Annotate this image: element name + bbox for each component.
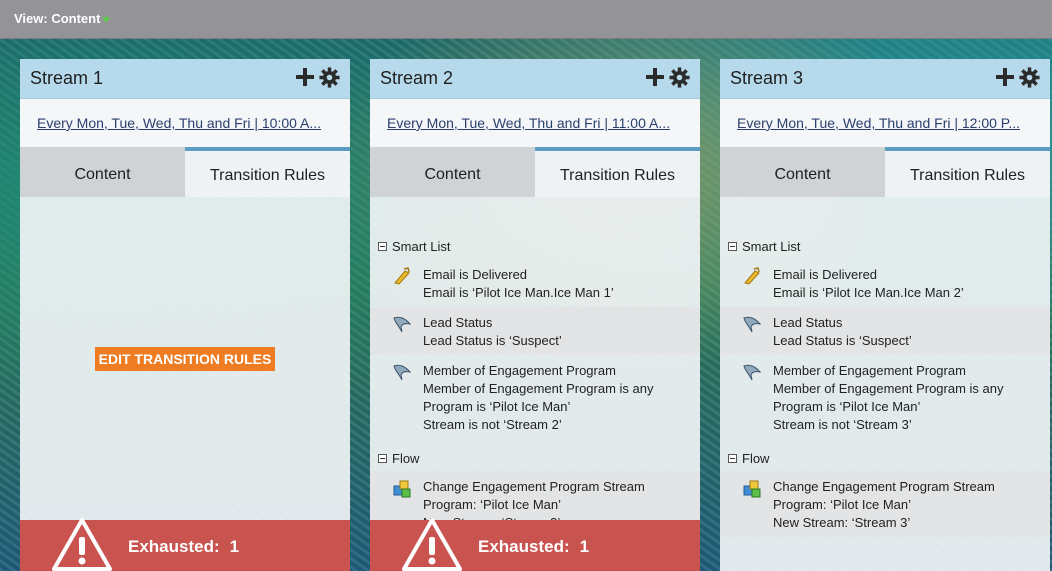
tab-transition-rules[interactable]: Transition Rules [185, 147, 350, 197]
tab-content[interactable]: Content [720, 147, 885, 197]
item-title: Email is Delivered [773, 267, 878, 282]
item-title: Change Engagement Program Stream [773, 479, 995, 494]
tab-content[interactable]: Content [20, 147, 185, 197]
dropdown-arrow-icon [102, 16, 111, 23]
smart-list-item[interactable]: Member of Engagement Program Member of E… [370, 355, 700, 439]
tab-transition-rules[interactable]: Transition Rules [885, 147, 1050, 197]
tab-transition-rules[interactable]: Transition Rules [535, 147, 700, 197]
plus-icon[interactable] [296, 68, 314, 86]
collapse-icon[interactable] [728, 454, 737, 464]
smart-list-item[interactable]: Member of Engagement Program Member of E… [720, 355, 1050, 439]
warning-icon [402, 518, 462, 571]
exhausted-text: Exhausted: 1 [478, 537, 589, 557]
exhausted-label: Exhausted: [128, 537, 220, 556]
edit-transition-rules-button[interactable]: EDIT TRANSITION RULES [95, 347, 275, 371]
stream-header: Stream 2 [370, 59, 700, 99]
flow-section: Flow [378, 451, 419, 466]
flow-label: Flow [742, 451, 770, 466]
schedule-link[interactable]: Every Mon, Tue, Wed, Thu and Fri | 10:00… [37, 115, 337, 131]
item-detail: Member of Engagement Program is any [423, 381, 654, 396]
item-detail: Stream is not ‘Stream 3’ [773, 417, 912, 432]
item-detail: Email is ‘Pilot Ice Man.Ice Man 2’ [773, 285, 964, 300]
schedule-row: Every Mon, Tue, Wed, Thu and Fri | 10:00… [20, 99, 350, 147]
item-detail: Stream is not ‘Stream 2’ [423, 417, 562, 432]
item-detail: Program: ‘Pilot Ice Man’ [423, 497, 561, 512]
flow-step-icon [743, 480, 761, 498]
item-detail: Lead Status is ‘Suspect’ [423, 333, 562, 348]
smart-list-label: Smart List [392, 239, 451, 254]
smart-list-section: Smart List [728, 239, 801, 254]
item-title: Member of Engagement Program [423, 363, 616, 378]
view-selector[interactable]: View: Content [14, 11, 111, 26]
schedule-link[interactable]: Every Mon, Tue, Wed, Thu and Fri | 11:00… [387, 115, 687, 131]
gear-icon[interactable] [669, 67, 690, 88]
stream-panel-1: Stream 1 Every Mon, Tue, Wed, Thu and Fr… [20, 59, 350, 571]
flow-label: Flow [392, 451, 420, 466]
item-detail: Program: ‘Pilot Ice Man’ [773, 497, 911, 512]
stream-title: Stream 2 [380, 68, 454, 88]
stream-tabs: Content Transition Rules [370, 147, 700, 197]
stream-title: Stream 1 [30, 68, 104, 88]
plus-icon[interactable] [646, 68, 664, 86]
item-detail: New Stream: ‘Stream 3’ [773, 515, 911, 530]
view-label: View: Content [14, 11, 101, 26]
tab-content[interactable]: Content [370, 147, 535, 197]
smart-list-label: Smart List [742, 239, 801, 254]
item-title: Member of Engagement Program [773, 363, 966, 378]
exhausted-bar[interactable]: Exhausted: 1 [20, 518, 350, 571]
filter-funnel-icon [393, 364, 411, 381]
item-title: Lead Status [423, 315, 493, 330]
smart-list-item[interactable]: Email is Delivered Email is ‘Pilot Ice M… [370, 259, 700, 307]
collapse-icon[interactable] [378, 454, 387, 464]
smart-list-section: Smart List [378, 239, 451, 254]
exhausted-label: Exhausted: [478, 537, 570, 556]
warning-icon [52, 518, 112, 571]
smart-list-item[interactable]: Email is Delivered Email is ‘Pilot Ice M… [720, 259, 1050, 307]
item-detail: Member of Engagement Program is any [773, 381, 1004, 396]
stream-title: Stream 3 [730, 68, 804, 88]
exhausted-text: Exhausted: 1 [128, 537, 239, 557]
schedule-link[interactable]: Every Mon, Tue, Wed, Thu and Fri | 12:00… [737, 115, 1037, 131]
top-toolbar: View: Content [0, 0, 1052, 39]
exhausted-count: 1 [579, 537, 590, 556]
filter-funnel-icon [743, 316, 761, 333]
plus-icon[interactable] [996, 68, 1014, 86]
flow-section: Flow [728, 451, 769, 466]
item-title: Email is Delivered [423, 267, 528, 282]
stream-tabs: Content Transition Rules [720, 147, 1050, 197]
item-title: Lead Status [773, 315, 843, 330]
flow-item[interactable]: Change Engagement Program Stream Program… [720, 471, 1050, 537]
item-detail: Email is ‘Pilot Ice Man.Ice Man 1’ [423, 285, 614, 300]
stream-tabs: Content Transition Rules [20, 147, 350, 197]
collapse-icon[interactable] [728, 242, 737, 252]
schedule-row: Every Mon, Tue, Wed, Thu and Fri | 11:00… [370, 99, 700, 147]
item-title: Change Engagement Program Stream [423, 479, 645, 494]
exhausted-bar[interactable]: Exhausted: 1 [370, 518, 700, 571]
item-detail: Program is ‘Pilot Ice Man’ [773, 399, 921, 414]
smart-list-item[interactable]: Lead Status Lead Status is ‘Suspect’ [370, 307, 700, 355]
collapse-icon[interactable] [378, 242, 387, 252]
gear-icon[interactable] [1019, 67, 1040, 88]
flow-step-icon [393, 480, 411, 498]
stream-header: Stream 1 [20, 59, 350, 99]
email-delivered-icon [744, 267, 760, 285]
stream-panel-2: Stream 2 Every Mon, Tue, Wed, Thu and Fr… [370, 59, 700, 571]
exhausted-count: 1 [229, 537, 240, 556]
stream-header: Stream 3 [720, 59, 1050, 99]
smart-list-item[interactable]: Lead Status Lead Status is ‘Suspect’ [720, 307, 1050, 355]
gear-icon[interactable] [319, 67, 340, 88]
item-detail: Lead Status is ‘Suspect’ [773, 333, 912, 348]
schedule-row: Every Mon, Tue, Wed, Thu and Fri | 12:00… [720, 99, 1050, 147]
filter-funnel-icon [393, 316, 411, 333]
email-delivered-icon [394, 267, 410, 285]
stream-panel-3: Stream 3 Every Mon, Tue, Wed, Thu and Fr… [720, 59, 1050, 571]
filter-funnel-icon [743, 364, 761, 381]
item-detail: Program is ‘Pilot Ice Man’ [423, 399, 571, 414]
